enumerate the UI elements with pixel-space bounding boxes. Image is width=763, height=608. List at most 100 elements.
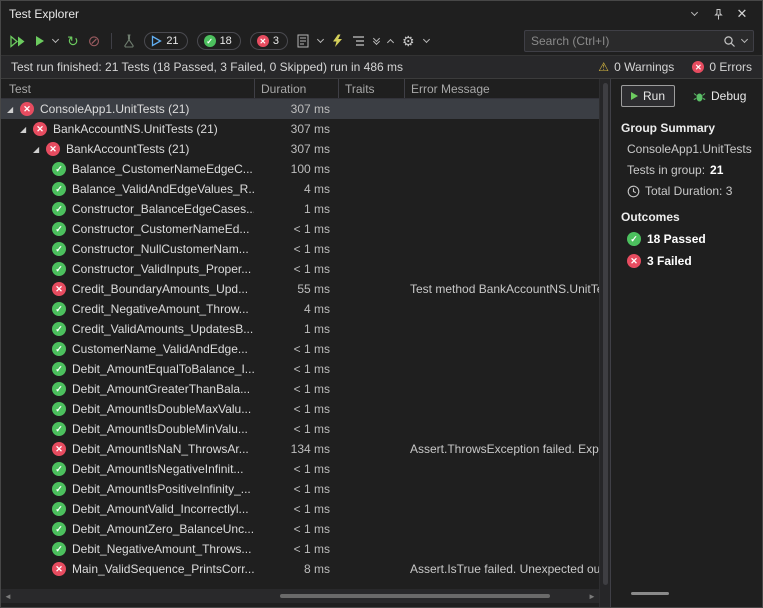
test-error [404,119,599,139]
test-row[interactable]: ✓ Constructor_BalanceEdgeCases... 1 ms [1,199,599,219]
test-row[interactable]: ✓ Debit_AmountZero_BalanceUnc... < 1 ms [1,519,599,539]
column-header-test[interactable]: Test [1,79,254,98]
failed-tests-badge[interactable]: ✕ 3 [249,32,288,50]
expand-all-button[interactable] [372,31,380,51]
test-row[interactable]: ✓ Debit_AmountIsPositiveInfinity_... < 1 m… [1,479,599,499]
cancel-button[interactable]: ⊘ [88,31,101,51]
test-row[interactable]: ✕ Debit_AmountIsNaN_ThrowsAr... 134 ms Asse… [1,439,599,459]
test-name: Debit_AmountIsNegativeInfinit... [72,462,244,476]
test-row[interactable]: ✓ Debit_AmountIsDoubleMaxValu... < 1 ms [1,399,599,419]
options-flask-button[interactable] [123,31,135,51]
test-row[interactable]: ✓ Debit_AmountIsNegativeInfinit... < 1 ms [1,459,599,479]
search-input[interactable] [531,34,717,48]
test-traits [338,499,404,519]
test-row[interactable]: ✓ Debit_NegativeAmount_Throws... < 1 ms [1,539,599,559]
test-row[interactable]: ✓ Debit_AmountIsDoubleMinValu... < 1 ms [1,419,599,439]
column-header-duration[interactable]: Duration [254,79,338,98]
test-duration: < 1 ms [293,422,330,436]
collapse-all-button[interactable] [386,31,394,51]
test-traits [338,319,404,339]
window-menu-button[interactable] [682,4,706,24]
repeat-run-icon: ↻ [67,33,79,49]
test-name: Constructor_CustomerNameEd... [72,222,250,236]
vertical-scrollbar-thumb[interactable] [603,83,608,585]
close-button[interactable]: ✕ [730,4,754,24]
test-cell: ✓ Debit_AmountEqualToBalance_I... [1,359,254,379]
test-row[interactable]: ✓ Credit_NegativeAmount_Throw... 4 ms [1,299,599,319]
test-row[interactable]: ✓ Debit_AmountGreaterThanBala... < 1 ms [1,379,599,399]
passed-icon: ✓ [52,362,66,376]
test-row[interactable]: ✕ Credit_BoundaryAmounts_Upd... 55 ms Test … [1,279,599,299]
settings-dropdown-button[interactable] [422,31,430,51]
repeat-last-run-button[interactable]: ↻ [67,31,79,51]
scroll-left-arrow-icon[interactable]: ◄ [1,592,15,601]
column-header-traits[interactable]: Traits [338,79,404,98]
expander-icon[interactable]: ◢ [7,105,20,114]
test-row[interactable]: ✓ Balance_CustomerNameEdgeC... 100 ms [1,159,599,179]
test-cell: ✓ Credit_ValidAmounts_UpdatesB... [1,319,254,339]
chevron-down-icon [51,35,60,44]
test-row[interactable]: ◢ ✕ BankAccountTests (21) 307 ms [1,139,599,159]
test-row[interactable]: ◢ ✕ BankAccountNS.UnitTests (21) 307 ms [1,119,599,139]
test-name: Debit_AmountIsNaN_ThrowsAr... [72,442,249,456]
settings-button[interactable]: ⚙ [402,31,415,51]
tests-in-group: Tests in group: 21 [627,163,724,177]
test-row[interactable]: ✕ Main_ValidSequence_PrintsCorr... 8 ms Ass… [1,559,599,579]
test-name: Credit_NegativeAmount_Throw... [72,302,249,316]
pin-button[interactable] [706,4,730,24]
test-error: Test method BankAccountNS.UnitTest [410,282,599,296]
run-dropdown-button[interactable] [51,31,60,51]
passed-icon: ✓ [52,222,66,236]
test-cell: ✓ CustomerName_ValidAndEdge... [1,339,254,359]
outcome-failed[interactable]: ✕ 3 Failed [621,254,762,268]
test-row[interactable]: ✓ Debit_AmountEqualToBalance_I... < 1 ms [1,359,599,379]
errors-status[interactable]: ✕ 0 Errors [692,60,752,74]
test-run-status-bar: Test run finished: 21 Tests (18 Passed, … [1,55,762,79]
test-cell: ◢ ✕ BankAccountNS.UnitTests (21) [1,119,254,139]
test-error [404,319,599,339]
debug-selected-button[interactable]: Debug [683,85,756,107]
test-name: Main_ValidSequence_PrintsCorr... [72,562,254,576]
vertical-scrollbar[interactable] [599,79,610,607]
scroll-right-arrow-icon[interactable]: ► [585,592,599,601]
passed-tests-badge[interactable]: ✓ 18 [196,32,241,50]
search-icon[interactable] [723,35,736,48]
run-button[interactable] [36,31,44,51]
test-row[interactable]: ✓ Balance_ValidAndEdgeValues_R... 4 ms [1,179,599,199]
debug-icon [693,92,706,101]
test-explorer-window: Test Explorer ✕ ↻ ⊘ 21 ✓ 18 ✕ 3 ⚙ Search… [0,0,763,608]
test-error [404,179,599,199]
column-header-error-message[interactable]: Error Message [404,79,599,98]
search-options-chevron-icon[interactable] [740,35,749,44]
details-scrollbar-thumb[interactable] [631,592,669,595]
test-row[interactable]: ✓ Credit_ValidAmounts_UpdatesB... 1 ms [1,319,599,339]
horizontal-scrollbar-thumb[interactable] [280,594,550,598]
test-row[interactable]: ✓ Constructor_ValidInputs_Proper... < 1 ms [1,259,599,279]
run-after-build-button[interactable] [332,31,343,51]
test-row[interactable]: ✓ Constructor_CustomerNameEd... < 1 ms [1,219,599,239]
outcome-passed[interactable]: ✓ 18 Passed [621,232,762,246]
failed-icon: ✕ [20,102,34,116]
test-traits [338,239,404,259]
chevron-down-icon [422,35,430,44]
test-duration: 307 ms [290,122,330,136]
test-row[interactable]: ✓ CustomerName_ValidAndEdge... < 1 ms [1,339,599,359]
test-row[interactable]: ◢ ✕ ConsoleApp1.UnitTests (21) 307 ms [1,99,599,119]
run-selected-button[interactable]: Run [621,85,676,107]
run-button-label: Run [643,89,666,103]
total-tests-badge[interactable]: 21 [144,32,188,50]
expander-icon[interactable]: ◢ [33,145,46,154]
test-traits [338,559,404,579]
run-all-tests-button[interactable] [9,31,27,51]
horizontal-scrollbar[interactable]: ◄ ► [1,589,599,603]
group-name: ConsoleApp1.UnitTests [627,142,752,156]
group-by-button[interactable] [352,31,365,51]
warnings-status[interactable]: ⚠ 0 Warnings [598,60,674,74]
test-row[interactable]: ✓ Debit_AmountValid_Incorrectlyl... < 1 ms [1,499,599,519]
passed-icon: ✓ [52,482,66,496]
expander-icon[interactable]: ◢ [20,125,33,134]
test-duration: 100 ms [290,162,330,176]
test-row[interactable]: ✓ Constructor_NullCustomerNam... < 1 ms [1,239,599,259]
playlist-button[interactable] [297,31,309,51]
playlist-dropdown-button[interactable] [316,31,324,51]
